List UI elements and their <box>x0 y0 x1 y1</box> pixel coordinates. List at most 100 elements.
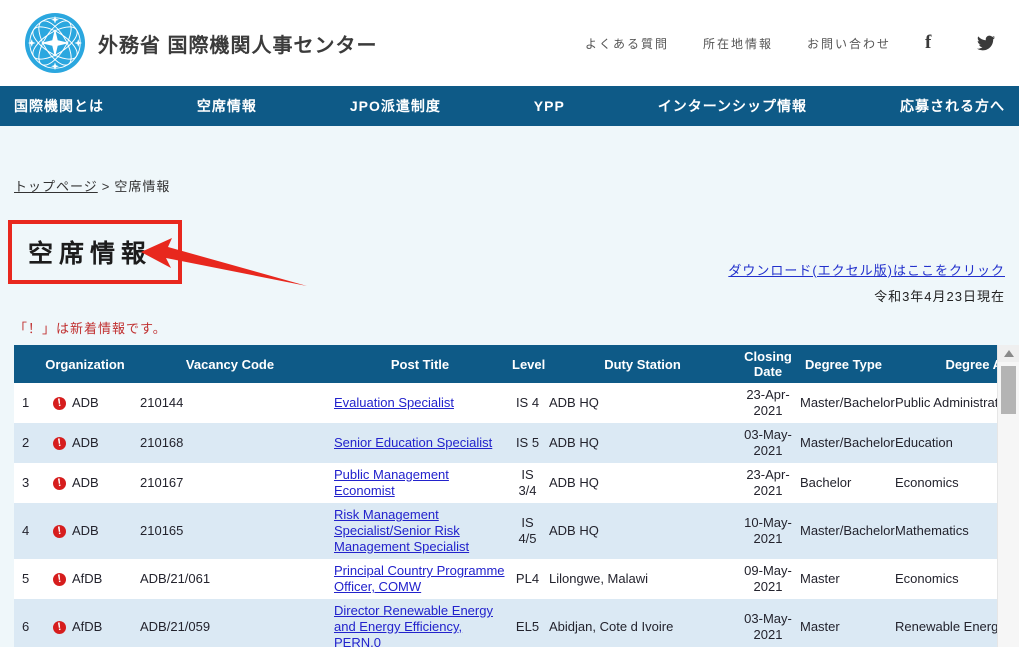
nav-item-about-io[interactable]: 国際機関とは <box>14 96 104 116</box>
duty-station-cell: ADB HQ <box>545 423 740 463</box>
organization-cell: ADB <box>40 463 130 503</box>
excel-download-link[interactable]: ダウンロード(エクセル版)はここをクリック <box>728 260 1005 279</box>
main-content: トップページ>空席情報 空席情報 ダウンロード(エクセル版)はここをクリック 令… <box>0 126 1019 647</box>
col-header-duty-station: Duty Station <box>545 345 740 383</box>
table-scrollbar[interactable] <box>997 345 1019 647</box>
vacancy-code-cell: 210167 <box>130 463 330 503</box>
row-number: 4 <box>14 503 40 559</box>
col-header-closing-date: Closing Date <box>740 345 796 383</box>
vacancy-code-cell: 210168 <box>130 423 330 463</box>
post-title-link[interactable]: Risk Management Specialist/Senior Risk M… <box>334 507 469 554</box>
col-header-organization: Organization <box>40 345 130 383</box>
contact-link[interactable]: お問い合わせ <box>807 35 891 52</box>
table-row: 3 ADB 210167 Public Management Economist… <box>14 463 997 503</box>
vacancy-table-body: 1 ADB 210144 Evaluation Specialist IS 4 … <box>14 383 997 647</box>
faq-link[interactable]: よくある質問 <box>585 35 669 52</box>
nav-item-internship[interactable]: インターンシップ情報 <box>658 96 807 116</box>
closing-date-cell: 03-May-2021 <box>740 599 796 647</box>
table-row: 2 ADB 210168 Senior Education Specialist… <box>14 423 997 463</box>
col-header-post-title: Post Title <box>330 345 510 383</box>
breadcrumb: トップページ>空席情報 <box>14 176 170 195</box>
duty-station-cell: ADB HQ <box>545 383 740 423</box>
degree-area-cell: Public Administration <box>891 383 997 423</box>
scrollbar-thumb[interactable] <box>1001 366 1016 414</box>
organization-label: ADB <box>72 395 99 411</box>
row-number: 6 <box>14 599 40 647</box>
post-title-link[interactable]: Evaluation Specialist <box>334 395 454 410</box>
location-link[interactable]: 所在地情報 <box>703 35 773 52</box>
as-of-date: 令和3年4月23日現在 <box>874 286 1005 305</box>
post-title-cell: Evaluation Specialist <box>330 383 510 423</box>
post-title-cell: Risk Management Specialist/Senior Risk M… <box>330 503 510 559</box>
breadcrumb-home-link[interactable]: トップページ <box>14 179 98 194</box>
post-title-link[interactable]: Director Renewable Energy and Energy Eff… <box>334 603 493 647</box>
vacancy-table: Organization Vacancy Code Post Title Lev… <box>14 345 997 647</box>
vacancy-code-cell: ADB/21/061 <box>130 559 330 599</box>
organization-label: AfDB <box>72 571 102 587</box>
nav-item-vacancies[interactable]: 空席情報 <box>197 96 257 116</box>
annotation-box: 空席情報 <box>8 220 182 284</box>
site-title: 外務省 国際機関人事センター <box>98 29 378 58</box>
degree-type-cell: Bachelor <box>796 463 891 503</box>
degree-type-cell: Master <box>796 559 891 599</box>
degree-type-cell: Master/Bachelor <box>796 423 891 463</box>
col-header-level: Level <box>510 345 545 383</box>
col-header-degree-area: Degree Area <box>891 345 997 383</box>
post-title-cell: Principal Country Programme Officer, COM… <box>330 559 510 599</box>
organization-label: ADB <box>72 435 99 451</box>
scrollbar-up-button[interactable] <box>998 345 1019 362</box>
degree-area-cell: Renewable Energy <box>891 599 997 647</box>
post-title-link[interactable]: Public Management Economist <box>334 467 449 498</box>
degree-area-cell: Economics <box>891 559 997 599</box>
nav-item-applicants[interactable]: 応募される方へ <box>900 96 1005 116</box>
organization-cell: AfDB <box>40 559 130 599</box>
vacancy-code-cell: 210165 <box>130 503 330 559</box>
facebook-icon[interactable]: f <box>925 34 943 52</box>
level-cell: EL5 <box>510 599 545 647</box>
new-info-icon <box>52 396 67 411</box>
vacancy-table-container: Organization Vacancy Code Post Title Lev… <box>14 345 997 647</box>
post-title-cell: Public Management Economist <box>330 463 510 503</box>
closing-date-cell: 09-May-2021 <box>740 559 796 599</box>
nav-item-jpo[interactable]: JPO派遣制度 <box>350 96 441 116</box>
new-info-icon <box>52 620 67 635</box>
degree-area-cell: Economics <box>891 463 997 503</box>
vacancy-code-cell: 210144 <box>130 383 330 423</box>
table-row: 5 AfDB ADB/21/061 Principal Country Prog… <box>14 559 997 599</box>
main-navigation: 国際機関とは 空席情報 JPO派遣制度 YPP インターンシップ情報 応募される… <box>0 86 1019 126</box>
nav-item-ypp[interactable]: YPP <box>534 98 565 114</box>
row-number: 1 <box>14 383 40 423</box>
site-header: 外務省 国際機関人事センター よくある質問 所在地情報 お問い合わせ f <box>0 0 1019 86</box>
breadcrumb-separator: > <box>102 179 111 194</box>
organization-cell: AfDB <box>40 599 130 647</box>
col-header-degree-type: Degree Type <box>796 345 891 383</box>
row-number: 2 <box>14 423 40 463</box>
col-header-number <box>14 345 40 383</box>
level-cell: IS 5 <box>510 423 545 463</box>
organization-label: ADB <box>72 475 99 491</box>
closing-date-cell: 23-Apr-2021 <box>740 383 796 423</box>
post-title-link[interactable]: Principal Country Programme Officer, COM… <box>334 563 505 594</box>
closing-date-cell: 03-May-2021 <box>740 423 796 463</box>
organization-label: ADB <box>72 523 99 539</box>
degree-type-cell: Master/Bachelor <box>796 503 891 559</box>
degree-area-cell: Education <box>891 423 997 463</box>
organization-label: AfDB <box>72 619 102 635</box>
degree-type-cell: Master <box>796 599 891 647</box>
site-logo-link[interactable]: 外務省 国際機関人事センター <box>24 12 378 74</box>
degree-area-cell: Mathematics <box>891 503 997 559</box>
new-info-note: 「！」は新着情報です。 <box>14 318 167 337</box>
post-title-link[interactable]: Senior Education Specialist <box>334 435 492 450</box>
duty-station-cell: ADB HQ <box>545 503 740 559</box>
level-cell: IS 4/5 <box>510 503 545 559</box>
duty-station-cell: Lilongwe, Malawi <box>545 559 740 599</box>
organization-cell: ADB <box>40 383 130 423</box>
post-title-cell: Director Renewable Energy and Energy Eff… <box>330 599 510 647</box>
organization-cell: ADB <box>40 503 130 559</box>
twitter-icon[interactable] <box>977 34 995 52</box>
new-info-icon <box>52 524 67 539</box>
level-cell: IS 4 <box>510 383 545 423</box>
globe-star-logo-icon <box>24 12 86 74</box>
table-row: 1 ADB 210144 Evaluation Specialist IS 4 … <box>14 383 997 423</box>
table-row: 6 AfDB ADB/21/059 Director Renewable Ene… <box>14 599 997 647</box>
